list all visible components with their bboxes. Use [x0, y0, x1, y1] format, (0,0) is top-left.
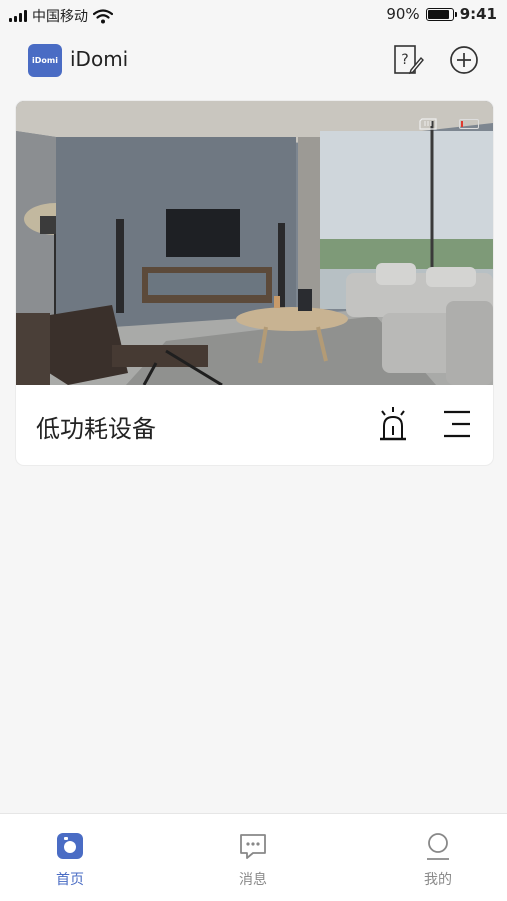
sd-card-icon: [419, 118, 437, 130]
battery-fill: [427, 9, 449, 19]
battery-low-icon: [459, 119, 479, 129]
status-bar-right: 90% 9:41: [386, 5, 497, 23]
device-card[interactable]: 低功耗设备: [16, 101, 493, 465]
tab-bar: 首页 消息 我的: [0, 813, 507, 901]
svg-text:?: ?: [401, 52, 408, 68]
plus-circle-icon[interactable]: [449, 45, 479, 75]
tab-home-label: 首页: [56, 872, 84, 888]
tab-profile[interactable]: 我的: [378, 814, 498, 901]
image-overlay-icons: [419, 118, 479, 130]
user-icon: [427, 833, 449, 860]
tab-home[interactable]: 首页: [10, 814, 130, 901]
tab-messages[interactable]: 消息: [193, 814, 313, 901]
battery-percent: 90%: [386, 5, 420, 23]
status-bar-left: 中国移动: [9, 6, 113, 26]
home-icon: [57, 833, 83, 859]
menu-icon[interactable]: [442, 407, 474, 441]
app-title: iDomi: [70, 47, 129, 71]
app-header: iDomi iDomi ?: [0, 38, 507, 84]
device-battery-level: [461, 121, 463, 127]
device-card-footer: 低功耗设备: [16, 385, 493, 465]
signal-icon: [9, 10, 27, 22]
device-preview-image[interactable]: [16, 101, 493, 385]
device-name[interactable]: 低功耗设备: [36, 409, 156, 444]
wifi-icon: [93, 8, 113, 23]
help-edit-icon[interactable]: ?: [392, 44, 424, 76]
tab-messages-label: 消息: [239, 872, 267, 888]
tab-profile-label: 我的: [424, 872, 452, 888]
clock: 9:41: [459, 5, 497, 23]
message-icon: [240, 834, 266, 859]
status-bar: 中国移动 90% 9:41: [0, 0, 507, 32]
battery-icon: [425, 7, 457, 21]
carrier-label: 中国移动: [32, 9, 88, 25]
app-logo: iDomi: [28, 44, 62, 77]
alarm-icon[interactable]: [376, 405, 410, 443]
